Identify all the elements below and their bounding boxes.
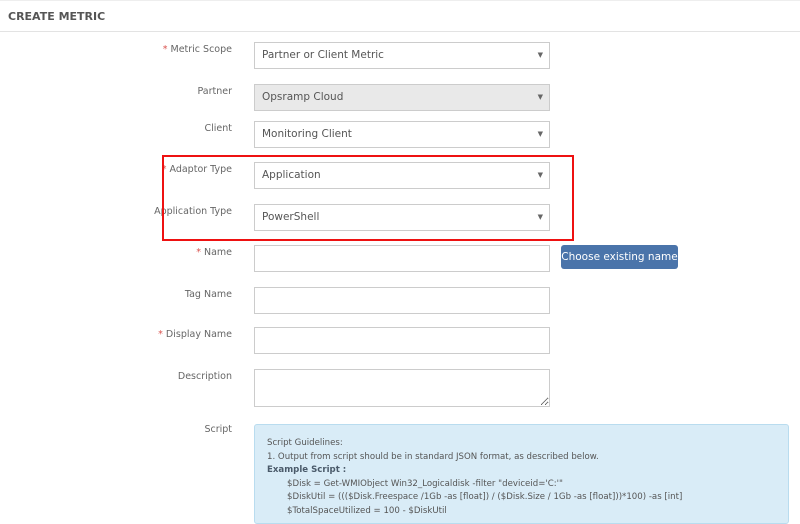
script-guidelines-panel: Script Guidelines: 1. Output from script… — [254, 424, 789, 524]
partner-select[interactable]: Opsramp Cloud ▼ — [254, 84, 550, 111]
guideline-1: 1. Output from script should be in stand… — [267, 451, 599, 462]
metric-scope-select[interactable]: Partner or Client Metric ▼ — [254, 42, 550, 69]
client-label: Client — [204, 123, 232, 134]
metric-scope-label: * Metric Scope — [162, 44, 232, 55]
tag-name-label: Tag Name — [184, 289, 232, 300]
caret-down-icon: ▼ — [537, 130, 543, 138]
script-line: $DiskUtil = ((($Disk.Freespace /1Gb -as … — [287, 492, 683, 502]
example-title: Example Script : — [267, 465, 347, 475]
caret-down-icon: ▼ — [537, 51, 543, 59]
script-label: Script — [204, 424, 232, 435]
description-textarea[interactable] — [254, 369, 550, 407]
name-label: * Name — [196, 247, 232, 258]
display-name-label: * Display Name — [158, 329, 232, 340]
script-line: $Disk = Get-WMIObject Win32_Logicaldisk … — [287, 478, 563, 489]
script-line: $TotalSpaceUtilized = 100 - $DiskUtil — [287, 505, 447, 516]
choose-existing-name-button[interactable]: Choose existing name — [561, 245, 678, 269]
display-name-input[interactable] — [254, 327, 550, 354]
partner-label: Partner — [197, 86, 232, 97]
guidelines-title: Script Guidelines: — [267, 438, 343, 448]
name-input[interactable] — [254, 245, 550, 272]
page-header: CREATE METRIC — [0, 0, 800, 32]
description-label: Description — [177, 371, 232, 382]
tag-name-input[interactable] — [254, 287, 550, 314]
page-title: CREATE METRIC — [8, 10, 106, 23]
highlight-box — [162, 155, 574, 241]
client-select[interactable]: Monitoring Client ▼ — [254, 121, 550, 148]
caret-down-icon: ▼ — [537, 93, 543, 101]
